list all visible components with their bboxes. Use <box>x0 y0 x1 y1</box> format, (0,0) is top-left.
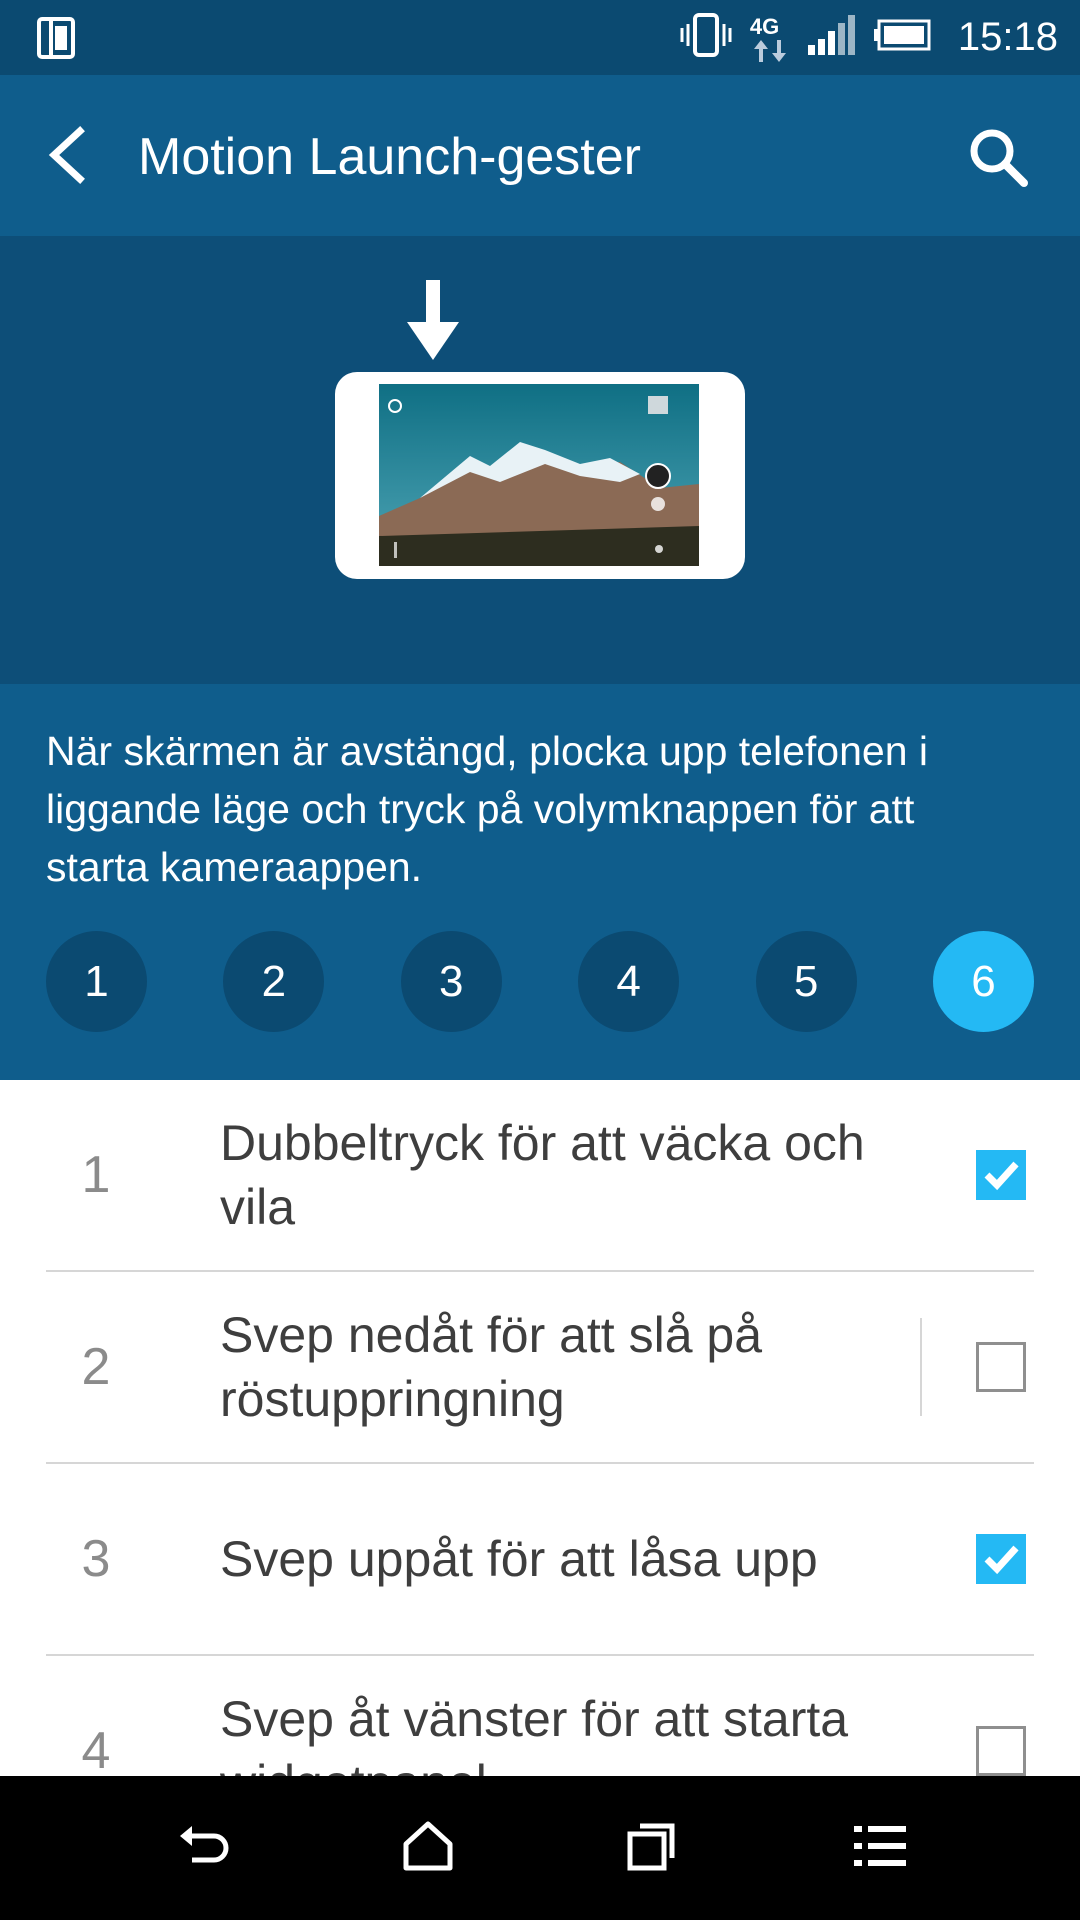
item-label: Dubbeltryck för att väcka och vila <box>220 1115 865 1235</box>
list-item[interactable]: 2 Svep nedåt för att slå på röstuppringn… <box>46 1272 1034 1464</box>
step-indicator: 1 2 3 4 5 6 <box>46 931 1034 1032</box>
hero-illustration <box>0 236 1080 684</box>
battery-icon <box>873 19 932 56</box>
navigation-bar <box>0 1776 1080 1920</box>
network-type-label: 4G <box>749 13 780 39</box>
step-6[interactable]: 6 <box>932 931 1034 1032</box>
step-2[interactable]: 2 <box>223 931 325 1032</box>
checkmark-icon <box>984 1545 1019 1575</box>
item-number: 1 <box>81 1146 111 1204</box>
search-icon[interactable] <box>966 125 1030 194</box>
checkbox-unchecked[interactable] <box>976 1726 1026 1776</box>
gesture-list: 1 Dubbeltryck för att väcka och vila 2 S… <box>0 1080 1080 1776</box>
4g-data-icon: 4G <box>750 8 790 68</box>
item-number: 2 <box>81 1338 111 1396</box>
home-icon[interactable] <box>400 1818 456 1879</box>
page-title: Motion Launch-gester <box>138 128 641 186</box>
menu-icon[interactable] <box>852 1818 908 1879</box>
item-label: Svep åt vänster för att starta widgetpan… <box>220 1691 849 1776</box>
back-icon[interactable] <box>176 1818 232 1879</box>
checkbox-unchecked[interactable] <box>976 1342 1026 1392</box>
signal-icon <box>807 15 856 60</box>
phone-landscape-camera-illustration <box>335 280 745 579</box>
status-icons: 4G 15:18 <box>680 0 1058 75</box>
step-4[interactable]: 4 <box>578 931 680 1032</box>
recents-icon[interactable] <box>624 1818 680 1879</box>
step-1[interactable]: 1 <box>46 931 147 1032</box>
checkmark-icon <box>984 1161 1019 1191</box>
back-arrow-icon[interactable] <box>44 125 88 190</box>
list-item[interactable]: 3 Svep uppåt för att låsa upp <box>46 1464 1034 1656</box>
screen-notification-icon <box>36 16 76 65</box>
gesture-description: När skärmen är avstängd, plocka upp tele… <box>46 728 929 890</box>
status-bar: 4G 15:18 <box>0 0 1080 75</box>
step-5[interactable]: 5 <box>755 931 857 1032</box>
app-bar: Motion Launch-gester <box>0 75 1080 236</box>
item-label: Svep uppåt för att låsa upp <box>220 1531 818 1587</box>
list-item[interactable]: 1 Dubbeltryck för att väcka och vila <box>46 1080 1034 1272</box>
checkbox-checked[interactable] <box>976 1150 1026 1200</box>
gesture-info-panel: När skärmen är avstängd, plocka upp tele… <box>0 684 1080 1080</box>
step-3[interactable]: 3 <box>400 931 502 1032</box>
item-number: 4 <box>81 1722 111 1776</box>
vibrate-icon <box>680 12 732 63</box>
clock: 15:18 <box>957 15 1058 59</box>
item-number: 3 <box>81 1530 111 1588</box>
row-divider <box>920 1318 922 1416</box>
item-label: Svep nedåt för att slå på röstuppringnin… <box>220 1307 763 1427</box>
checkbox-checked[interactable] <box>976 1534 1026 1584</box>
list-item[interactable]: 4 Svep åt vänster för att starta widgetp… <box>46 1656 1034 1776</box>
